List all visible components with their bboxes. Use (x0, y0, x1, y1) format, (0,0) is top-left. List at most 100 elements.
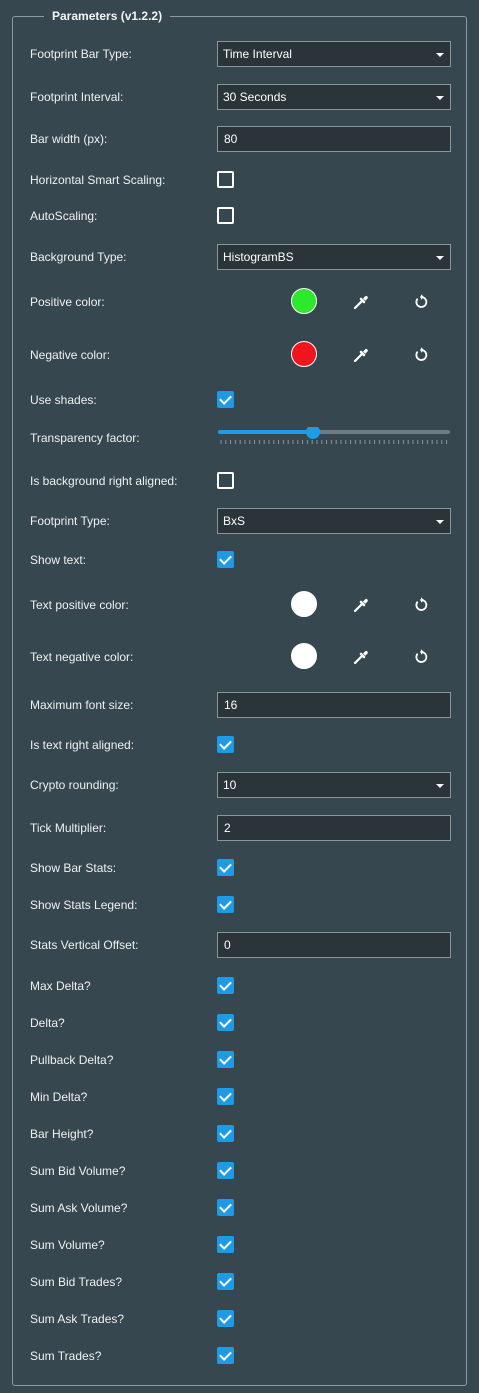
horizontal-smart-scaling-checkbox[interactable] (217, 171, 234, 188)
field-label: Sum Ask Volume? (30, 1201, 128, 1215)
eyedropper-icon[interactable] (352, 596, 370, 614)
field-label: Bar Height? (30, 1127, 94, 1141)
row-is-background-right-aligned: Is background right aligned: (0, 466, 479, 496)
show-bar-stats-checkbox[interactable] (217, 859, 234, 876)
row-sum-ask-trades: Sum Ask Trades? (0, 1304, 479, 1334)
panel-title: Parameters (v1.2.2) (44, 9, 171, 23)
field-label: Crypto rounding: (30, 778, 119, 792)
field-label: Stats Vertical Offset: (30, 938, 139, 952)
maximum-font-size-input[interactable]: 16 (217, 692, 451, 718)
row-maximum-font-size: Maximum font size: 16 (0, 690, 479, 720)
field-label: Sum Trades? (30, 1349, 102, 1363)
field-value: Time Interval (223, 47, 292, 61)
field-label: Show Bar Stats: (30, 861, 117, 875)
crypto-rounding-select[interactable]: 10 (217, 772, 451, 798)
row-sum-trades: Sum Trades? (0, 1341, 479, 1371)
tick-multiplier-input[interactable]: 2 (217, 815, 451, 841)
eyedropper-icon[interactable] (352, 346, 370, 364)
bar-height-checkbox[interactable] (217, 1125, 234, 1142)
sum-bid-volume-checkbox[interactable] (217, 1162, 234, 1179)
chevron-down-icon (436, 256, 444, 260)
field-label: Show text: (30, 553, 87, 567)
chevron-down-icon (436, 96, 444, 100)
field-label: Show Stats Legend: (30, 898, 138, 912)
row-negative-color: Negative color: (0, 340, 479, 370)
field-label: Text negative color: (30, 650, 134, 664)
row-sum-bid-volume: Sum Bid Volume? (0, 1156, 479, 1186)
reset-icon[interactable] (412, 648, 430, 666)
row-show-stats-legend: Show Stats Legend: (0, 890, 479, 920)
eyedropper-icon[interactable] (352, 293, 370, 311)
row-tick-multiplier: Tick Multiplier: 2 (0, 813, 479, 843)
field-label: Sum Bid Volume? (30, 1164, 126, 1178)
reset-icon[interactable] (412, 346, 430, 364)
row-delta: Delta? (0, 1008, 479, 1038)
text-negative-color-swatch[interactable] (291, 643, 317, 669)
footprint-bar-type-select[interactable]: Time Interval (217, 41, 451, 67)
field-label: Background Type: (30, 250, 127, 264)
footprint-interval-select[interactable]: 30 Seconds (217, 84, 451, 110)
field-label: Tick Multiplier: (30, 821, 107, 835)
row-sum-ask-volume: Sum Ask Volume? (0, 1193, 479, 1223)
field-value: 10 (223, 778, 237, 792)
row-sum-bid-trades: Sum Bid Trades? (0, 1267, 479, 1297)
use-shades-checkbox[interactable] (217, 391, 234, 408)
slider-fill (218, 430, 314, 434)
sum-trades-checkbox[interactable] (217, 1347, 234, 1364)
field-label: Positive color: (30, 295, 105, 309)
sum-ask-volume-checkbox[interactable] (217, 1199, 234, 1216)
field-value: BxS (223, 514, 246, 528)
row-transparency-factor: Transparency factor: (0, 423, 479, 453)
is-background-right-aligned-checkbox[interactable] (217, 472, 234, 489)
field-value: 80 (224, 132, 238, 146)
chevron-down-icon (436, 53, 444, 57)
show-text-checkbox[interactable] (217, 551, 234, 568)
negative-color-swatch[interactable] (291, 341, 317, 367)
field-value: 30 Seconds (223, 90, 287, 104)
field-label: Use shades: (30, 393, 97, 407)
delta-checkbox[interactable] (217, 1014, 234, 1031)
field-label: Negative color: (30, 348, 111, 362)
field-label: Delta? (30, 1016, 65, 1030)
show-stats-legend-checkbox[interactable] (217, 896, 234, 913)
is-text-right-aligned-checkbox[interactable] (217, 736, 234, 753)
row-footprint-bar-type: Footprint Bar Type: Time Interval (0, 39, 479, 69)
transparency-factor-slider[interactable] (217, 427, 451, 451)
field-label: Is background right aligned: (30, 474, 178, 488)
background-type-select[interactable]: HistogramBS (217, 244, 451, 270)
positive-color-swatch[interactable] (291, 288, 317, 314)
footprint-type-select[interactable]: BxS (217, 508, 451, 534)
stats-vertical-offset-input[interactable]: 0 (217, 932, 451, 958)
row-max-delta: Max Delta? (0, 971, 479, 1001)
bar-width-px-input[interactable]: 80 (217, 126, 451, 152)
field-value: HistogramBS (223, 250, 294, 264)
row-footprint-type: Footprint Type: BxS (0, 506, 479, 536)
field-value: 16 (224, 698, 238, 712)
reset-icon[interactable] (412, 293, 430, 311)
sum-volume-checkbox[interactable] (217, 1236, 234, 1253)
row-positive-color: Positive color: (0, 287, 479, 317)
sum-bid-trades-checkbox[interactable] (217, 1273, 234, 1290)
field-label: Footprint Type: (30, 514, 110, 528)
field-label: Pullback Delta? (30, 1053, 114, 1067)
autoscaling-checkbox[interactable] (217, 207, 234, 224)
max-delta-checkbox[interactable] (217, 977, 234, 994)
field-label: Min Delta? (30, 1090, 88, 1104)
chevron-down-icon (436, 520, 444, 524)
text-positive-color-swatch[interactable] (291, 591, 317, 617)
eyedropper-icon[interactable] (352, 648, 370, 666)
min-delta-checkbox[interactable] (217, 1088, 234, 1105)
reset-icon[interactable] (412, 596, 430, 614)
row-crypto-rounding: Crypto rounding: 10 (0, 770, 479, 800)
row-pullback-delta: Pullback Delta? (0, 1045, 479, 1075)
field-label: Bar width (px): (30, 132, 108, 146)
row-show-bar-stats: Show Bar Stats: (0, 853, 479, 883)
sum-ask-trades-checkbox[interactable] (217, 1310, 234, 1327)
pullback-delta-checkbox[interactable] (217, 1051, 234, 1068)
row-stats-vertical-offset: Stats Vertical Offset: 0 (0, 930, 479, 960)
row-sum-volume: Sum Volume? (0, 1230, 479, 1260)
field-label: Transparency factor: (30, 431, 140, 445)
slider-thumb[interactable] (306, 427, 320, 439)
row-autoscaling: AutoScaling: (0, 201, 479, 231)
field-value: 0 (224, 938, 231, 952)
